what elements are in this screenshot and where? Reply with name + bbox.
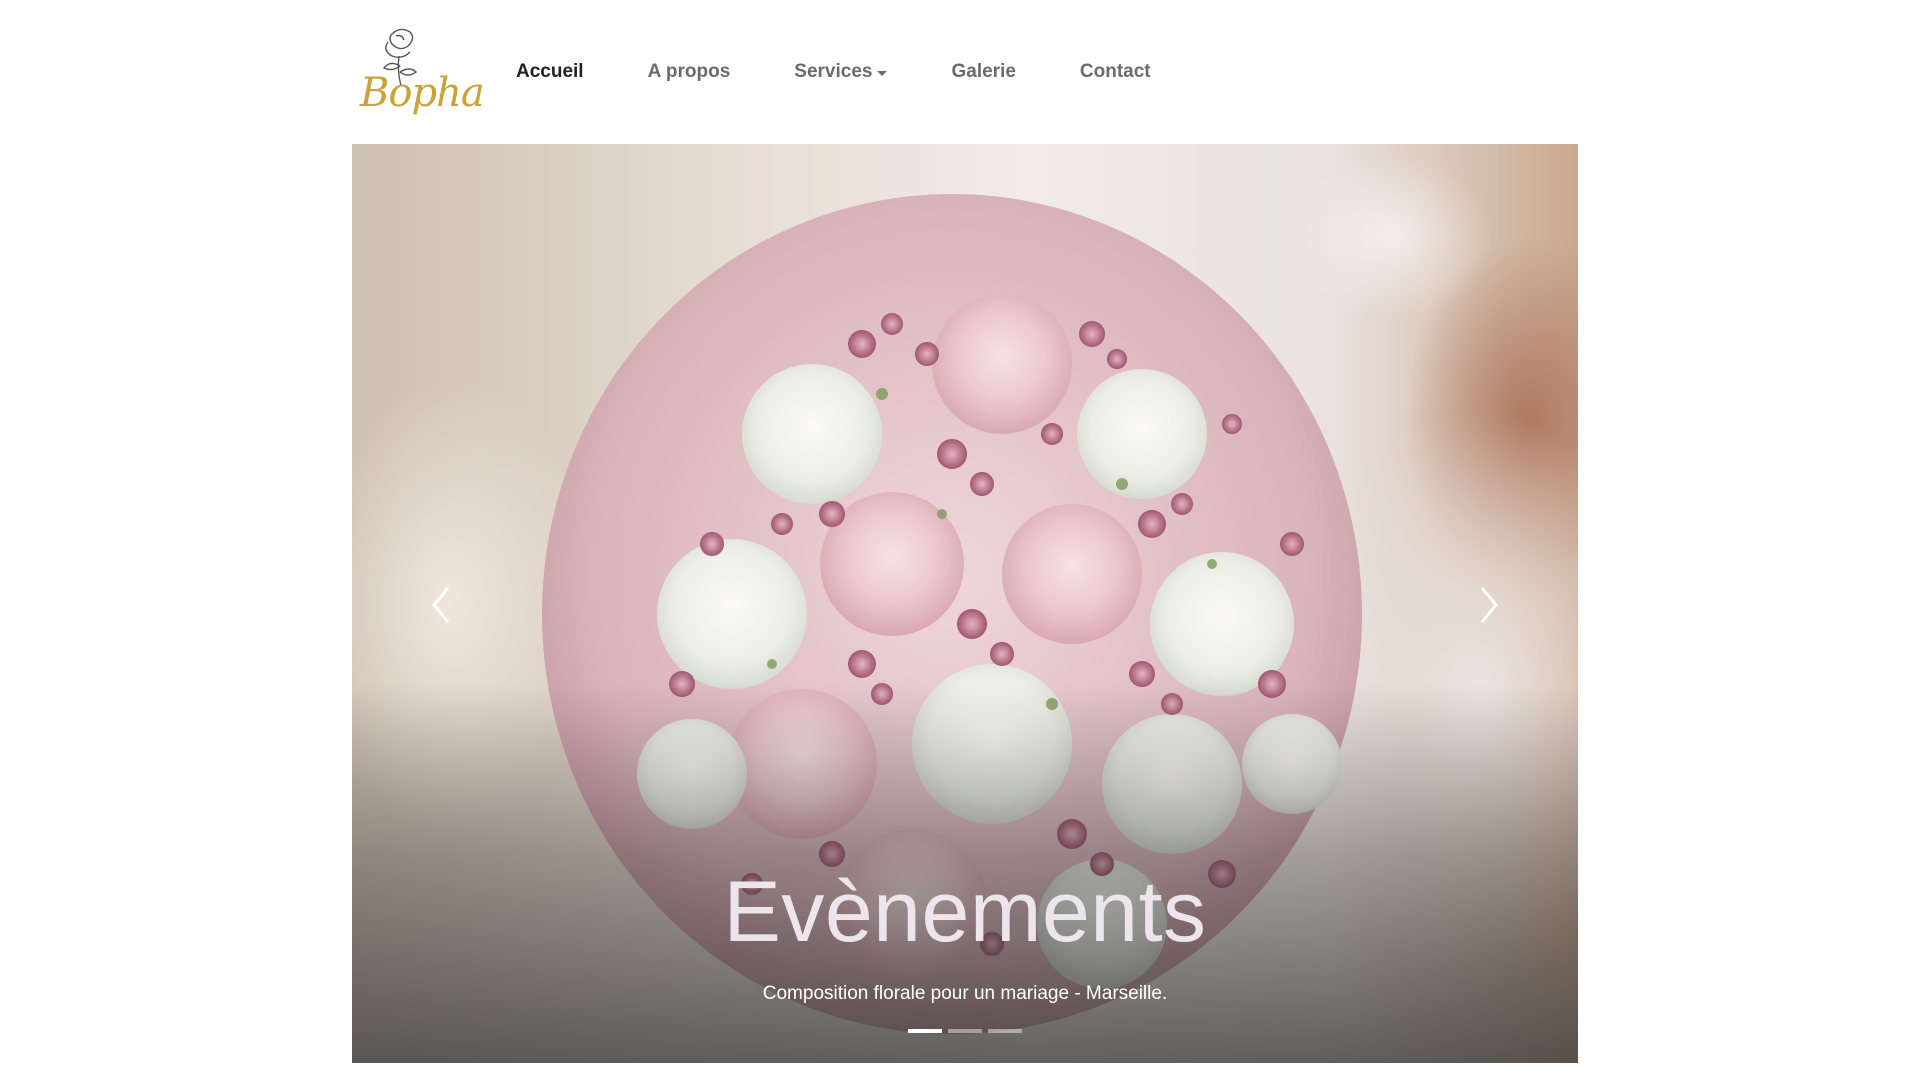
caret-down-icon [877,70,888,76]
nav-contact-label: Contact [1079,61,1151,82]
slide-title: Evènements [723,864,1207,960]
carousel-next-button[interactable] [1468,580,1508,630]
chevron-right-icon [1480,587,1498,623]
nav-galerie[interactable]: Galerie [919,61,1047,83]
slide-caption: Evènements Composition florale pour un m… [352,869,1578,1005]
nav-accueil-label: Accueil [516,61,584,82]
nav-galerie-label: Galerie [951,61,1016,82]
navbar: Bopha Accueil A propos Services Galerie … [352,22,1578,122]
carousel-indicator-2[interactable] [948,1029,982,1033]
nav-accueil[interactable]: Accueil [510,61,616,83]
carousel-prev-button[interactable] [422,580,462,630]
carousel-indicators [352,1029,1578,1033]
nav-services-label: Services [794,61,873,82]
brand-logo-text: Bopha [360,70,485,116]
main-nav: Accueil A propos Services Galerie Contac… [510,61,1183,83]
nav-a-propos-label: A propos [647,61,731,82]
nav-contact[interactable]: Contact [1048,61,1183,83]
chevron-left-icon [432,587,450,623]
nav-a-propos[interactable]: A propos [616,61,763,83]
hero-carousel: Evènements Composition florale pour un m… [352,144,1578,1063]
slide-description: Composition florale pour un mariage - Ma… [762,983,1168,1004]
carousel-indicator-3[interactable] [988,1029,1022,1033]
page: Bopha Accueil A propos Services Galerie … [0,0,1920,1080]
carousel-indicator-1[interactable] [908,1029,942,1033]
nav-services-dropdown[interactable]: Services [762,61,919,83]
brand-logo[interactable]: Bopha [352,22,485,122]
